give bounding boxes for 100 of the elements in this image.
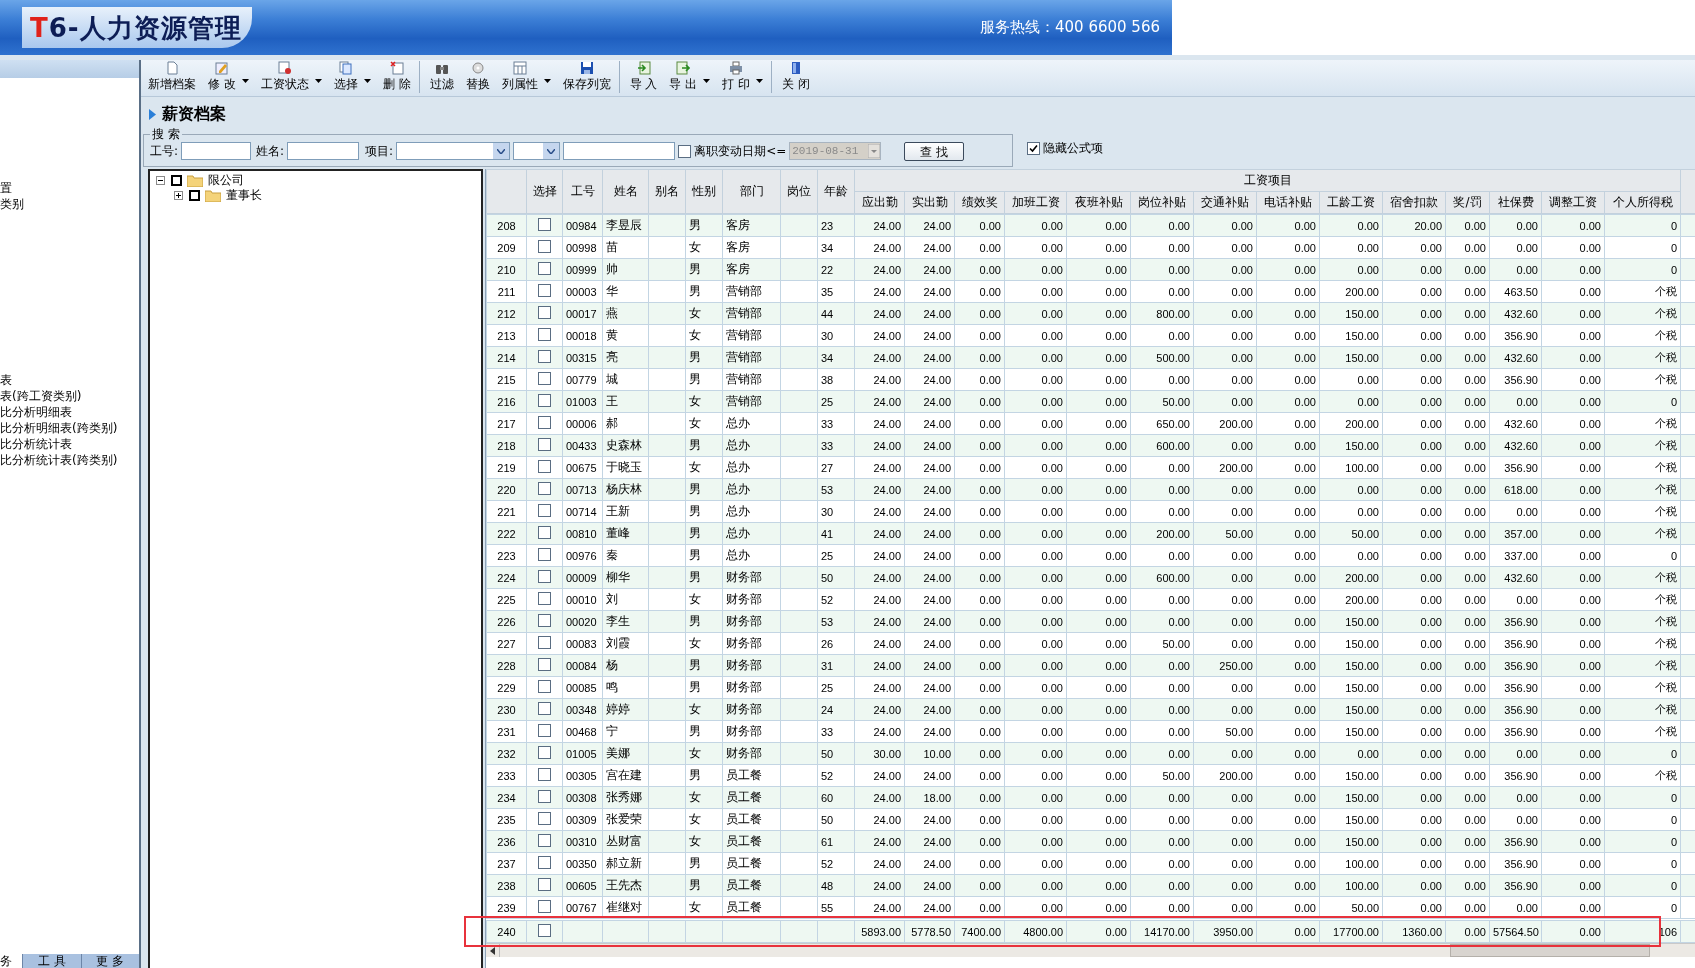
table-cell: 20.00 xyxy=(1382,214,1446,237)
row-checkbox[interactable] xyxy=(538,503,551,517)
toolbar-button[interactable]: 关 闭 xyxy=(771,61,814,93)
column-header[interactable]: 选择 xyxy=(526,169,563,214)
item-select[interactable] xyxy=(396,142,511,160)
table-cell: 0.00 xyxy=(1066,830,1131,853)
column-header[interactable]: 年龄 xyxy=(817,169,855,214)
table-cell: 150.00 xyxy=(1319,610,1383,633)
row-number: 225 xyxy=(486,588,527,611)
row-checkbox[interactable] xyxy=(538,767,551,781)
table-cell: 200.00 xyxy=(1319,566,1383,589)
toolbar-button[interactable]: 修 改 xyxy=(204,61,253,93)
left-arrow-icon[interactable] xyxy=(490,946,495,955)
row-checkbox[interactable] xyxy=(538,833,551,847)
row-checkbox[interactable] xyxy=(538,635,551,649)
row-checkbox[interactable] xyxy=(538,569,551,583)
row-checkbox[interactable] xyxy=(538,239,551,253)
row-checkbox[interactable] xyxy=(538,591,551,605)
column-header[interactable]: 岗位 xyxy=(780,169,818,214)
collapse-icon[interactable] xyxy=(156,176,165,185)
table-cell: 城 xyxy=(602,368,649,391)
row-checkbox[interactable] xyxy=(538,393,551,407)
hide-formula-checkbox[interactable] xyxy=(1027,141,1040,155)
nav-tab[interactable]: 工 具 xyxy=(22,954,81,968)
value-field[interactable] xyxy=(563,142,676,160)
table-icon xyxy=(512,61,527,75)
table-cell: 个税 xyxy=(1604,566,1681,589)
find-button[interactable]: 查 找 xyxy=(904,141,965,161)
toolbar-button[interactable]: 导 入 xyxy=(618,61,662,93)
row-checkbox[interactable] xyxy=(538,349,551,363)
nav-item[interactable]: 比分析统计表(跨类别) xyxy=(0,452,139,468)
toolbar-button[interactable]: 工资状态 xyxy=(256,61,326,93)
row-checkbox[interactable] xyxy=(538,745,551,759)
nav-item[interactable]: 表(跨工资类别) xyxy=(0,388,139,404)
toolbar-button[interactable]: 列属性 xyxy=(497,61,555,93)
name-field[interactable] xyxy=(287,142,360,160)
row-checkbox[interactable] xyxy=(538,613,551,627)
table-cell: 0.00 xyxy=(1256,920,1320,943)
row-checkbox[interactable] xyxy=(538,811,551,825)
nav-tab[interactable]: 更 多 xyxy=(80,954,139,968)
nav-item[interactable]: 表 xyxy=(0,372,139,388)
row-checkbox[interactable] xyxy=(538,305,551,319)
row-checkbox[interactable] xyxy=(538,371,551,385)
table-cell: 0.00 xyxy=(1066,500,1131,523)
operator-select[interactable] xyxy=(513,142,561,160)
row-checkbox[interactable] xyxy=(538,923,551,937)
tree-node-label[interactable]: 限公司 xyxy=(208,172,244,189)
row-checkbox[interactable] xyxy=(538,283,551,297)
toolbar-button[interactable]: 导 出 xyxy=(665,61,715,93)
row-checkbox[interactable] xyxy=(538,877,551,891)
row-checkbox[interactable] xyxy=(538,547,551,561)
row-checkbox[interactable] xyxy=(538,679,551,693)
column-header[interactable]: 工号 xyxy=(562,169,603,214)
row-checkbox[interactable] xyxy=(538,701,551,715)
toolbar-button[interactable]: 新增档案 xyxy=(144,61,200,93)
row-checkbox[interactable] xyxy=(538,723,551,737)
row-checkbox[interactable] xyxy=(538,789,551,803)
table-cell: 宁 xyxy=(602,720,649,743)
toolbar-button[interactable]: 过滤 xyxy=(418,61,458,93)
toolbar-button[interactable]: 删 除 xyxy=(378,61,415,93)
table-cell: 0.00 xyxy=(1489,742,1542,765)
table-cell: 0.00 xyxy=(1256,830,1320,853)
row-checkbox[interactable] xyxy=(538,261,551,275)
row-checkbox[interactable] xyxy=(538,327,551,341)
tree-node-label[interactable]: 董事长 xyxy=(226,187,262,204)
row-checkbox[interactable] xyxy=(538,481,551,495)
documents-icon xyxy=(338,61,353,75)
table-cell: 0.00 xyxy=(954,302,1005,325)
nav-tab[interactable]: 务 xyxy=(0,954,22,968)
toolbar-button[interactable]: 选择 xyxy=(329,61,375,93)
tree-checkbox[interactable] xyxy=(171,175,182,186)
nav-item[interactable]: 类别 xyxy=(0,196,139,212)
nav-item[interactable]: 置 xyxy=(0,180,139,196)
row-number: 232 xyxy=(486,742,527,765)
table-cell: 0.00 xyxy=(1445,720,1490,743)
toolbar-button[interactable]: 替换 xyxy=(461,61,494,93)
column-header[interactable]: 姓名 xyxy=(602,169,649,214)
toolbar-button[interactable]: 保存列宽 xyxy=(558,61,615,93)
table-cell: 男 xyxy=(685,676,723,699)
row-checkbox[interactable] xyxy=(538,855,551,869)
row-checkbox[interactable] xyxy=(538,415,551,429)
table-cell: 0.00 xyxy=(1066,478,1131,501)
nav-item[interactable]: 比分析统计表 xyxy=(0,436,139,452)
row-checkbox[interactable] xyxy=(538,459,551,473)
row-checkbox[interactable] xyxy=(538,899,551,913)
column-header[interactable]: 性别 xyxy=(685,169,723,214)
table-cell: 张爱荣 xyxy=(602,808,649,831)
nav-item[interactable]: 比分析明细表 xyxy=(0,404,139,420)
tree-checkbox[interactable] xyxy=(189,190,200,201)
row-checkbox[interactable] xyxy=(538,217,551,231)
employee-id-field[interactable] xyxy=(181,142,252,160)
column-header[interactable]: 部门 xyxy=(722,169,781,214)
nav-item[interactable]: 比分析明细表(跨类别) xyxy=(0,420,139,436)
table-cell: 356.90 xyxy=(1489,676,1542,699)
expand-icon[interactable] xyxy=(174,191,183,200)
row-checkbox[interactable] xyxy=(538,437,551,451)
row-checkbox[interactable] xyxy=(538,525,551,539)
toolbar-button[interactable]: 打 印 xyxy=(718,61,768,93)
column-header[interactable]: 别名 xyxy=(648,169,686,214)
row-checkbox[interactable] xyxy=(538,657,551,671)
